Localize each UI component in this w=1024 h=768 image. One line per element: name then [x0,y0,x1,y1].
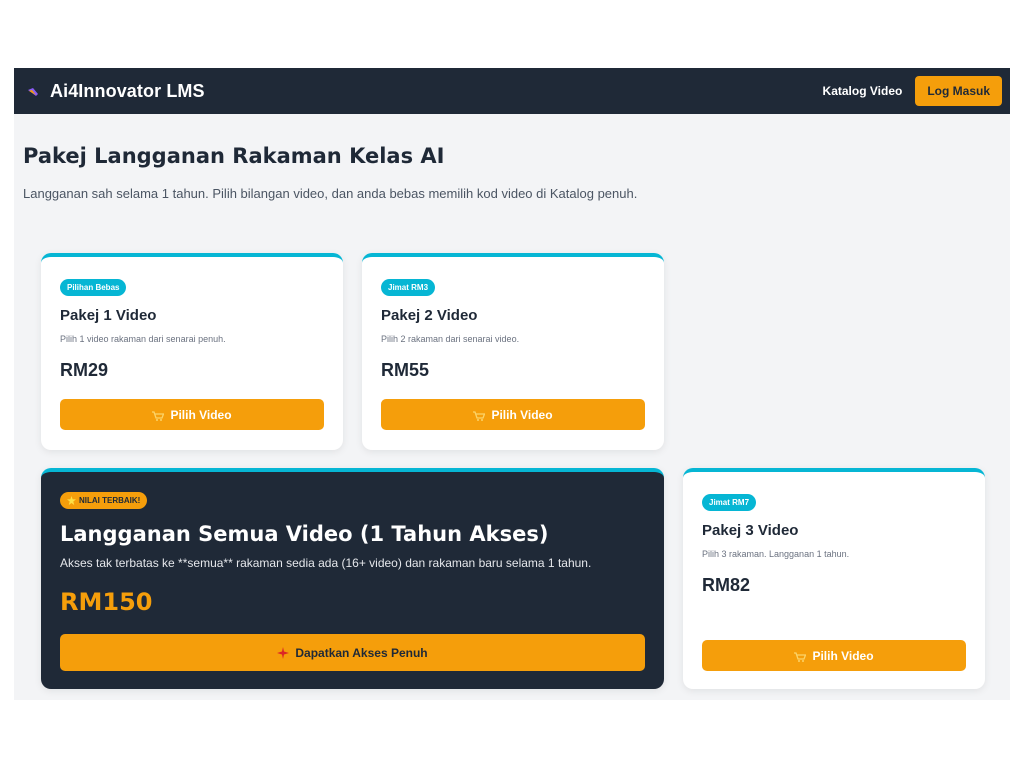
plan-description: Pilih 2 rakaman dari senarai video. [381,334,520,344]
navbar: Ai4Innovator LMS Katalog Video Log Masuk [14,68,1010,114]
pilih-video-button[interactable]: Pilih Video [60,399,324,430]
plan-badge: Pilihan Bebas [60,279,127,296]
plan-badge: Jimat RM3 [381,279,436,296]
button-label: Dapatkan Akses Penuh [295,645,428,660]
cart-icon [794,651,807,662]
plan-price: RM55 [381,360,430,380]
premium-description: Akses tak terbatas ke **semua** rakaman … [60,556,592,570]
button-label: Pilih Video [491,407,553,422]
plan-description: Pilih 1 video rakaman dari senarai penuh… [60,334,226,344]
plan-title: Pakej 3 Video [702,522,799,539]
sparkle-icon [277,646,290,659]
sparkle-logo-icon [26,84,40,98]
plan-price: RM82 [702,575,751,595]
login-button[interactable]: Log Masuk [915,76,1002,106]
get-full-access-button[interactable]: Dapatkan Akses Penuh [60,634,645,671]
badge-label: NILAI TERBAIK! [79,496,141,505]
page-title: Pakej Langganan Rakaman Kelas AI [23,144,445,168]
nav-link-catalog[interactable]: Katalog Video [823,84,903,98]
main-content: Pakej Langganan Rakaman Kelas AI Langgan… [14,114,1010,201]
plan-card-3-video: Jimat RM7 Pakej 3 Video Pilih 3 rakaman.… [683,468,985,689]
cart-icon [152,410,165,421]
plan-card-1-video: Pilihan Bebas Pakej 1 Video Pilih 1 vide… [41,253,343,450]
brand-name: Ai4Innovator LMS [50,80,205,101]
premium-title: Langganan Semua Video (1 Tahun Akses) [60,522,549,546]
plan-badge: Jimat RM7 [702,494,757,511]
page-subtitle: Langganan sah selama 1 tahun. Pilih bila… [23,186,638,201]
button-label: Pilih Video [812,648,874,663]
premium-plan-card: NILAI TERBAIK! Langganan Semua Video (1 … [41,468,664,689]
pilih-video-button[interactable]: Pilih Video [381,399,645,430]
pilih-video-button[interactable]: Pilih Video [702,640,966,671]
button-label: Pilih Video [170,407,232,422]
plan-title: Pakej 1 Video [60,307,157,324]
cart-icon [473,410,486,421]
best-value-badge: NILAI TERBAIK! [60,492,148,509]
plan-price: RM29 [60,360,109,380]
plan-description: Pilih 3 rakaman. Langganan 1 tahun. [702,549,850,559]
plan-title: Pakej 2 Video [381,307,478,324]
star-icon [67,496,76,505]
app-frame: Ai4Innovator LMS Katalog Video Log Masuk… [14,68,1010,700]
brand[interactable]: Ai4Innovator LMS [26,81,205,102]
plan-card-2-video: Jimat RM3 Pakej 2 Video Pilih 2 rakaman … [362,253,664,450]
premium-price: RM150 [60,588,153,616]
